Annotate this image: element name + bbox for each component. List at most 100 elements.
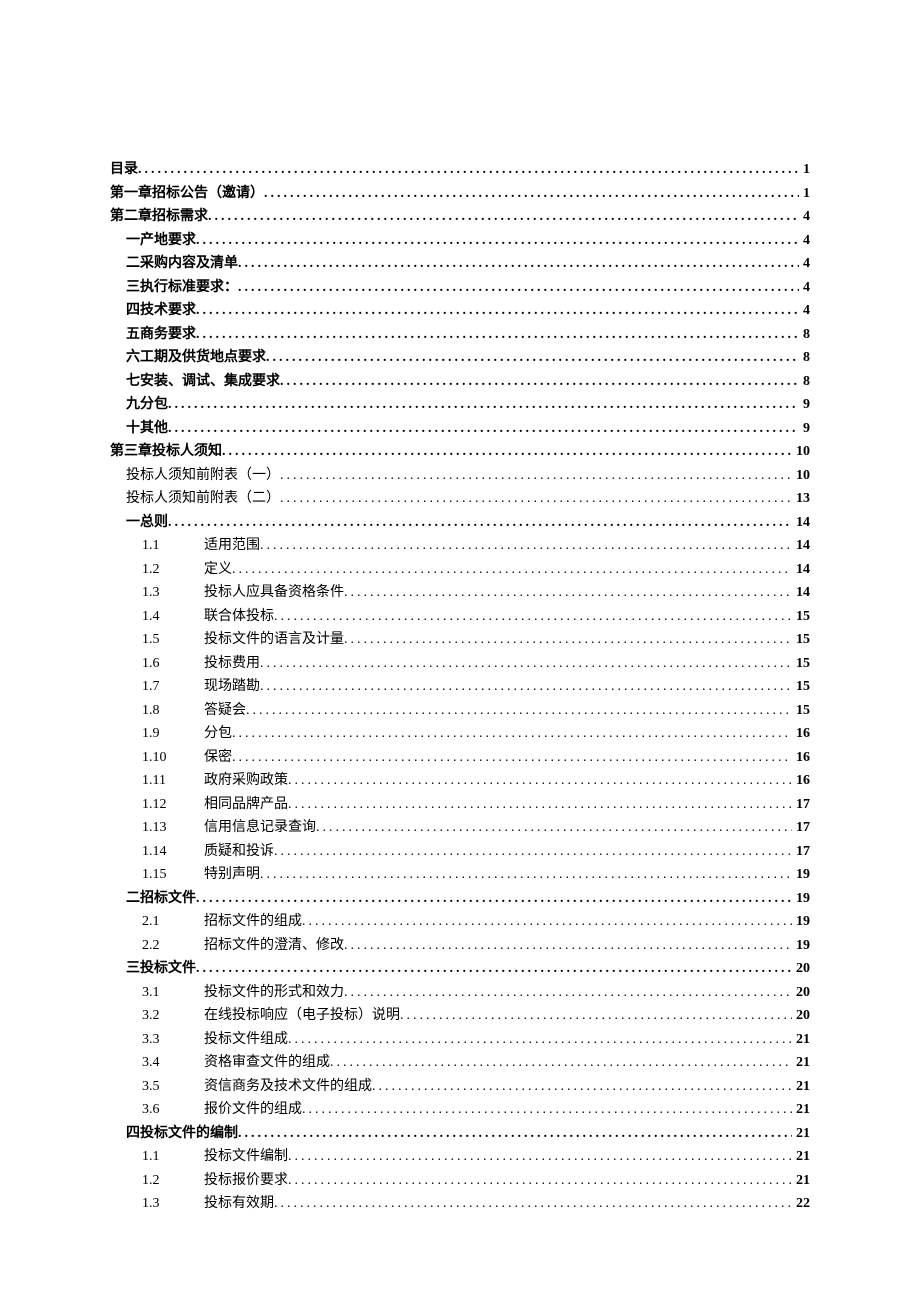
toc-entry: 1.3投标有效期22 — [110, 1192, 810, 1216]
toc-entry: 1.13信用信息记录查询17 — [110, 816, 810, 840]
toc-leader-dots — [260, 534, 792, 558]
toc-entry: 三执行标准要求： 4 — [110, 276, 810, 300]
toc-entry-number: 1.10 — [142, 746, 204, 770]
toc-entry: 投标人须知前附表（二） 13 — [110, 487, 810, 511]
toc-leader-dots — [238, 276, 799, 300]
toc-entry-page: 10 — [792, 464, 810, 488]
toc-entry-page: 16 — [792, 769, 810, 793]
toc-entry-title: 定义 — [204, 558, 232, 582]
toc-entry: 1.8答疑会15 — [110, 699, 810, 723]
toc-entry-page: 19 — [792, 887, 810, 911]
toc-entry: 第一章招标公告（邀请）1 — [110, 182, 810, 206]
toc-entry-title: 投标有效期 — [204, 1192, 274, 1216]
toc-entry-title: 十其他 — [126, 417, 168, 441]
toc-leader-dots — [260, 863, 792, 887]
toc-entry: 十其他 9 — [110, 417, 810, 441]
toc-leader-dots — [264, 182, 799, 206]
toc-entry: 1.1投标文件编制21 — [110, 1145, 810, 1169]
toc-entry-number: 1.5 — [142, 628, 204, 652]
toc-leader-dots — [168, 393, 799, 417]
toc-entry: 2.1招标文件的组成19 — [110, 910, 810, 934]
toc-entry: 3.6报价文件的组成21 — [110, 1098, 810, 1122]
toc-entry-page: 19 — [792, 863, 810, 887]
toc-entry-page: 15 — [792, 675, 810, 699]
toc-entry-number: 1.12 — [142, 793, 204, 817]
toc-entry-title: 投标文件的形式和效力 — [204, 981, 344, 1005]
toc-entry-page: 8 — [799, 323, 810, 347]
toc-entry: 1.12相同品牌产品17 — [110, 793, 810, 817]
toc-entry-page: 1 — [799, 158, 810, 182]
toc-entry: 六工期及供货地点要求8 — [110, 346, 810, 370]
toc-entry-number: 1.4 — [142, 605, 204, 629]
toc-entry-page: 4 — [799, 276, 810, 300]
toc-entry-page: 9 — [799, 393, 810, 417]
toc-entry-page: 4 — [799, 299, 810, 323]
toc-entry-number: 1.11 — [142, 769, 204, 793]
toc-entry: 二采购内容及清单 4 — [110, 252, 810, 276]
toc-entry-page: 15 — [792, 699, 810, 723]
toc-entry: 二招标文件19 — [110, 887, 810, 911]
toc-entry-page: 20 — [792, 981, 810, 1005]
toc-entry-title: 投标人须知前附表（二） — [126, 487, 280, 511]
toc-entry-title: 投标费用 — [204, 652, 260, 676]
toc-leader-dots — [288, 1145, 792, 1169]
toc-entry-page: 9 — [799, 417, 810, 441]
toc-entry-title: 特别声明 — [204, 863, 260, 887]
toc-entry-page: 19 — [792, 910, 810, 934]
toc-entry-page: 19 — [792, 934, 810, 958]
toc-entry: 2.2招标文件的澄清、修改19 — [110, 934, 810, 958]
toc-entry-page: 14 — [792, 558, 810, 582]
toc-entry: 1.9分包16 — [110, 722, 810, 746]
toc-entry: 第二章招标需求4 — [110, 205, 810, 229]
toc-entry-title: 报价文件的组成 — [204, 1098, 302, 1122]
toc-leader-dots — [138, 158, 799, 182]
toc-leader-dots — [168, 417, 799, 441]
toc-entry-title: 分包 — [204, 722, 232, 746]
toc-entry-page: 14 — [792, 581, 810, 605]
toc-leader-dots — [246, 699, 792, 723]
toc-entry-page: 4 — [799, 229, 810, 253]
toc-leader-dots — [330, 1051, 792, 1075]
toc-entry-number: 3.1 — [142, 981, 204, 1005]
toc-entry-page: 22 — [792, 1192, 810, 1216]
toc-entry-page: 16 — [792, 722, 810, 746]
toc-entry-title: 四投标文件的编制 — [126, 1122, 238, 1146]
toc-entry-title: 招标文件的澄清、修改 — [204, 934, 344, 958]
toc-entry-title: 第二章招标需求 — [110, 205, 208, 229]
toc-leader-dots — [288, 769, 792, 793]
toc-entry-title: 五商务要求 — [126, 323, 196, 347]
toc-entry-title: 联合体投标 — [204, 605, 274, 629]
toc-entry-title: 三执行标准要求： — [126, 276, 238, 300]
toc-entry-number: 3.4 — [142, 1051, 204, 1075]
toc-entry-page: 21 — [792, 1098, 810, 1122]
toc-entry: 目录1 — [110, 158, 810, 182]
toc-entry-number: 1.15 — [142, 863, 204, 887]
toc-entry-title: 招标文件的组成 — [204, 910, 302, 934]
toc-entry: 1.5投标文件的语言及计量15 — [110, 628, 810, 652]
toc-entry-title: 七安装、调试、集成要求 — [126, 370, 280, 394]
toc-entry-page: 15 — [792, 652, 810, 676]
toc-entry-title: 第一章招标公告（邀请） — [110, 182, 264, 206]
toc-entry-number: 1.3 — [142, 581, 204, 605]
toc-entry-title: 投标人须知前附表（一） — [126, 464, 280, 488]
toc-entry: 四投标文件的编制21 — [110, 1122, 810, 1146]
toc-leader-dots — [260, 675, 792, 699]
toc-entry: 四技术要求 4 — [110, 299, 810, 323]
toc-entry-title: 九分包 — [126, 393, 168, 417]
toc-entry-page: 13 — [792, 487, 810, 511]
toc-entry-title: 二采购内容及清单 — [126, 252, 238, 276]
toc-entry-title: 四技术要求 — [126, 299, 196, 323]
toc-entry-title: 质疑和投诉 — [204, 840, 274, 864]
toc-entry: 3.3投标文件组成21 — [110, 1028, 810, 1052]
toc-entry-title: 一产地要求 — [126, 229, 196, 253]
toc-entry-title: 三投标文件 — [126, 957, 196, 981]
toc-entry-page: 4 — [799, 252, 810, 276]
toc-entry: 九分包 9 — [110, 393, 810, 417]
document-page: 目录1第一章招标公告（邀请）1第二章招标需求4一产地要求4二采购内容及清单4三执… — [0, 0, 920, 1301]
toc-entry-number: 1.13 — [142, 816, 204, 840]
toc-leader-dots — [208, 205, 799, 229]
toc-entry-page: 21 — [792, 1075, 810, 1099]
toc-entry-page: 20 — [792, 957, 810, 981]
toc-entry-number: 3.5 — [142, 1075, 204, 1099]
toc-leader-dots — [260, 652, 792, 676]
